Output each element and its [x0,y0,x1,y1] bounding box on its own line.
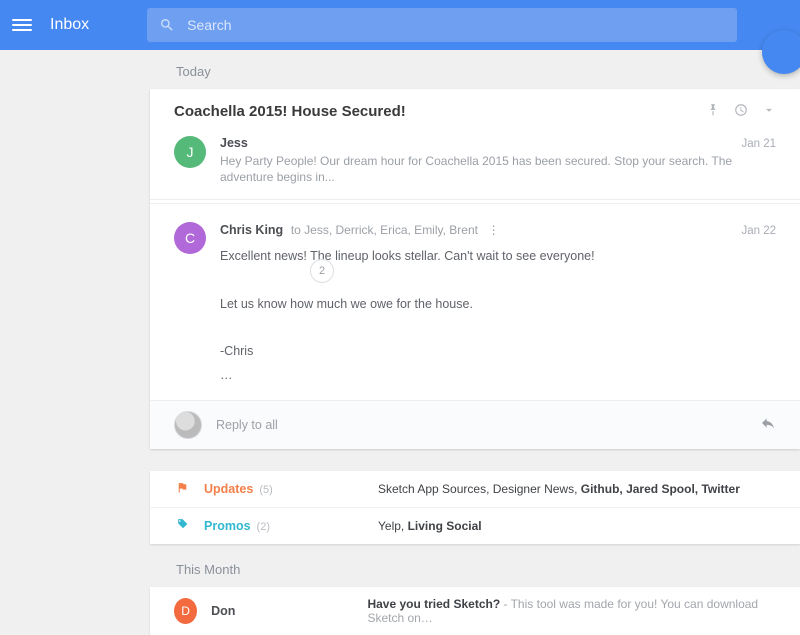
sender-name: Chris King [220,223,283,237]
collapsed-count-badge[interactable]: 2 [310,259,334,283]
search-input[interactable]: Search [147,8,737,42]
avatar: C [174,222,206,254]
message-body: Excellent news! The lineup looks stellar… [220,245,776,388]
sender-name: Jess [220,136,248,150]
main-content: Today Coachella 2015! House Secured! J J… [0,50,800,635]
menu-icon[interactable] [12,15,32,35]
message-expanded: C Chris King to Jess, Derrick, Erica, Em… [150,204,800,400]
snooze-icon[interactable] [734,103,748,120]
bundle-promos[interactable]: Promos (2) Yelp, Living Social [150,507,800,544]
email-row[interactable]: D Don Have you tried Sketch? - This tool… [150,587,800,635]
bundle-summary: Sketch App Sources, Designer News, Githu… [378,482,740,496]
reply-row[interactable]: Reply to all [150,400,800,449]
pin-icon[interactable] [706,103,720,120]
sender-name: Don [211,604,353,618]
email-subject: Have you tried Sketch? - This tool was m… [367,597,776,625]
user-avatar [174,411,202,439]
section-this-month: This Month [176,562,800,577]
compose-fab[interactable] [762,30,800,74]
message-date: Jan 21 [741,138,776,150]
bundle-updates[interactable]: Updates (5) Sketch App Sources, Designer… [150,471,800,507]
bundle-count: (2) [257,521,270,533]
reply-placeholder: Reply to all [216,418,746,432]
bundle-summary: Yelp, Living Social [378,519,482,533]
section-today: Today [176,64,800,79]
message-collapsed[interactable]: J Jess Jan 21 Hey Party People! Our drea… [150,124,800,197]
recipients: to Jess, Derrick, Erica, Emily, Brent [291,223,478,237]
reply-icon[interactable] [760,415,776,434]
tag-icon [174,518,190,534]
bundle-name: Promos [204,519,251,533]
search-icon [159,17,175,33]
search-placeholder: Search [187,17,231,33]
app-header: Inbox Search [0,0,800,50]
avatar: D [174,598,197,624]
bundle-list: Updates (5) Sketch App Sources, Designer… [150,471,800,544]
bundle-count: (5) [259,484,272,496]
thread-title: Coachella 2015! House Secured! [174,103,406,120]
more-icon[interactable]: ⋮ [488,223,501,237]
flag-icon [174,481,190,497]
avatar: J [174,136,206,168]
app-title: Inbox [50,16,89,34]
message-date: Jan 22 [741,225,776,237]
chevron-down-icon[interactable] [762,103,776,120]
message-preview: Hey Party People! Our dream hour for Coa… [220,154,776,185]
thread-card: Coachella 2015! House Secured! J Jess Ja… [150,89,800,449]
bundle-name: Updates [204,482,253,496]
